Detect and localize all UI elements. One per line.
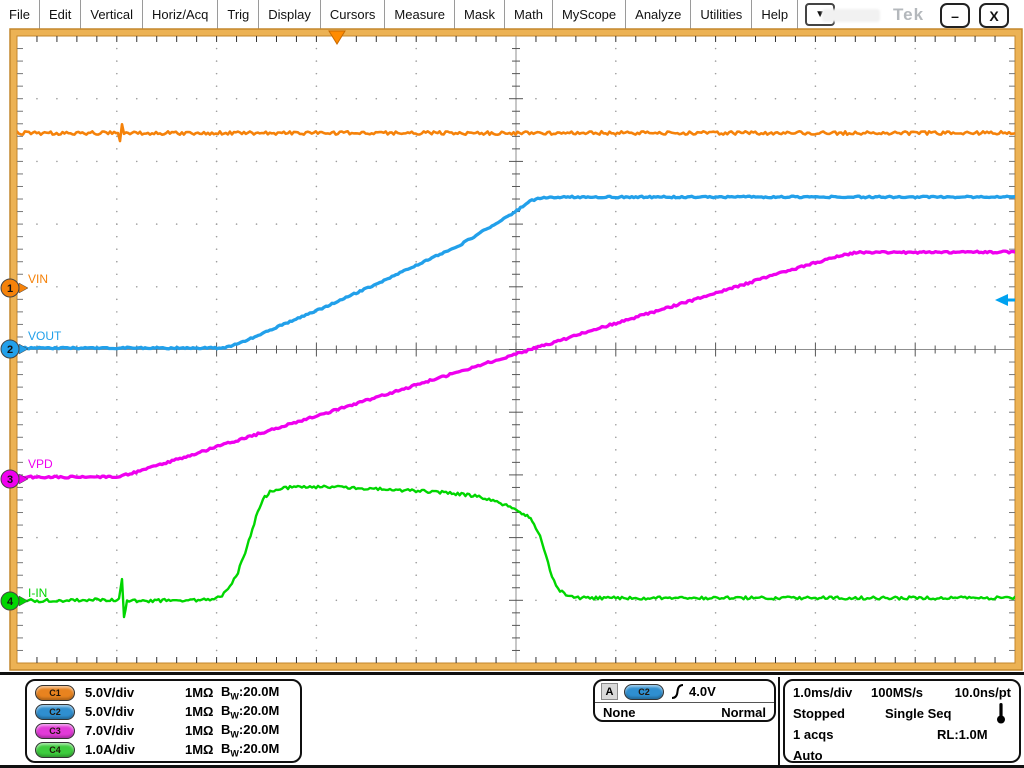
resolution-value: 10.0ns/pt xyxy=(955,685,1011,700)
trigger-row-settings: A C2 4.0V xyxy=(595,681,774,702)
trigger-source-pill[interactable]: C2 xyxy=(624,684,664,700)
channel-bandwidth: BW:20.0M xyxy=(221,741,279,759)
trigger-readout-box[interactable]: A C2 4.0V None Normal xyxy=(593,679,776,722)
trigger-bus-badge: A xyxy=(601,683,618,700)
channel-readout-c3[interactable]: C3 7.0V/div1MΩBW:20.0M xyxy=(33,721,294,740)
readout-bar: C15.0V/div1MΩBW:20.0MC25.0V/div1MΩBW:20.… xyxy=(0,672,1024,768)
trigger-holdoff: None xyxy=(603,705,636,720)
trace-label-vin: VIN xyxy=(28,272,48,286)
channel-bandwidth: BW:20.0M xyxy=(221,703,279,721)
waveform-display: 1 VIN 2 VOUT 3 VPD 4 I-IN xyxy=(0,0,1024,768)
trace-label-vout: VOUT xyxy=(28,329,62,343)
channel-bandwidth: BW:20.0M xyxy=(221,684,279,702)
channel-impedance: 1MΩ xyxy=(185,742,221,757)
readout-divider xyxy=(778,677,780,765)
channel-scale: 5.0V/div xyxy=(85,685,185,700)
trace-label-i-in: I-IN xyxy=(28,586,47,600)
channel-pill-c2[interactable]: C2 xyxy=(35,704,75,720)
acq-count: 1 acqs xyxy=(793,727,833,742)
timebase-value: 1.0ms/div xyxy=(793,685,852,700)
acq-state: Stopped xyxy=(793,706,845,721)
svg-text:1: 1 xyxy=(7,283,13,295)
channel-impedance: 1MΩ xyxy=(185,685,221,700)
svg-text:3: 3 xyxy=(7,474,13,486)
channel-pill-c1[interactable]: C1 xyxy=(35,685,75,701)
horizontal-readout-box[interactable]: 1.0ms/div 100MS/s 10.0ns/pt Stopped Sing… xyxy=(783,679,1021,763)
rising-edge-icon xyxy=(671,683,684,700)
channel-readout-c4[interactable]: C4 1.0A/div1MΩBW:20.0M xyxy=(33,740,294,759)
trigger-mode: Normal xyxy=(721,705,766,720)
acq-mode: Single Seq xyxy=(885,706,951,721)
channel-readouts-box[interactable]: C15.0V/div1MΩBW:20.0MC25.0V/div1MΩBW:20.… xyxy=(25,679,302,763)
trigger-source-label: C2 xyxy=(638,687,650,697)
tekscope-window: FileEditVerticalHoriz/AcqTrigDisplayCurs… xyxy=(0,0,1024,768)
thermometer-icon xyxy=(996,702,1006,724)
channel-scale: 5.0V/div xyxy=(85,704,185,719)
trigger-row-mode: None Normal xyxy=(595,702,774,722)
channel-pill-c4[interactable]: C4 xyxy=(35,742,75,758)
sample-rate-value: 100MS/s xyxy=(871,685,923,700)
record-length: RL:1.0M xyxy=(937,727,988,742)
svg-text:2: 2 xyxy=(7,344,13,356)
channel-readout-c1[interactable]: C1 5.0V/div1MΩBW:20.0M xyxy=(33,683,294,702)
channel-bandwidth: BW:20.0M xyxy=(221,722,279,740)
channel-scale: 7.0V/div xyxy=(85,723,185,738)
channel-impedance: 1MΩ xyxy=(185,723,221,738)
trigger-level-value: 4.0V xyxy=(689,684,716,699)
trace-label-vpd: VPD xyxy=(28,457,53,471)
channel-scale: 1.0A/div xyxy=(85,742,185,757)
svg-text:4: 4 xyxy=(7,596,14,608)
channel-readout-c2[interactable]: C2 5.0V/div1MΩBW:20.0M xyxy=(33,702,294,721)
channel-pill-c3[interactable]: C3 xyxy=(35,723,75,739)
fastacq-mode: Auto xyxy=(793,748,823,763)
channel-impedance: 1MΩ xyxy=(185,704,221,719)
